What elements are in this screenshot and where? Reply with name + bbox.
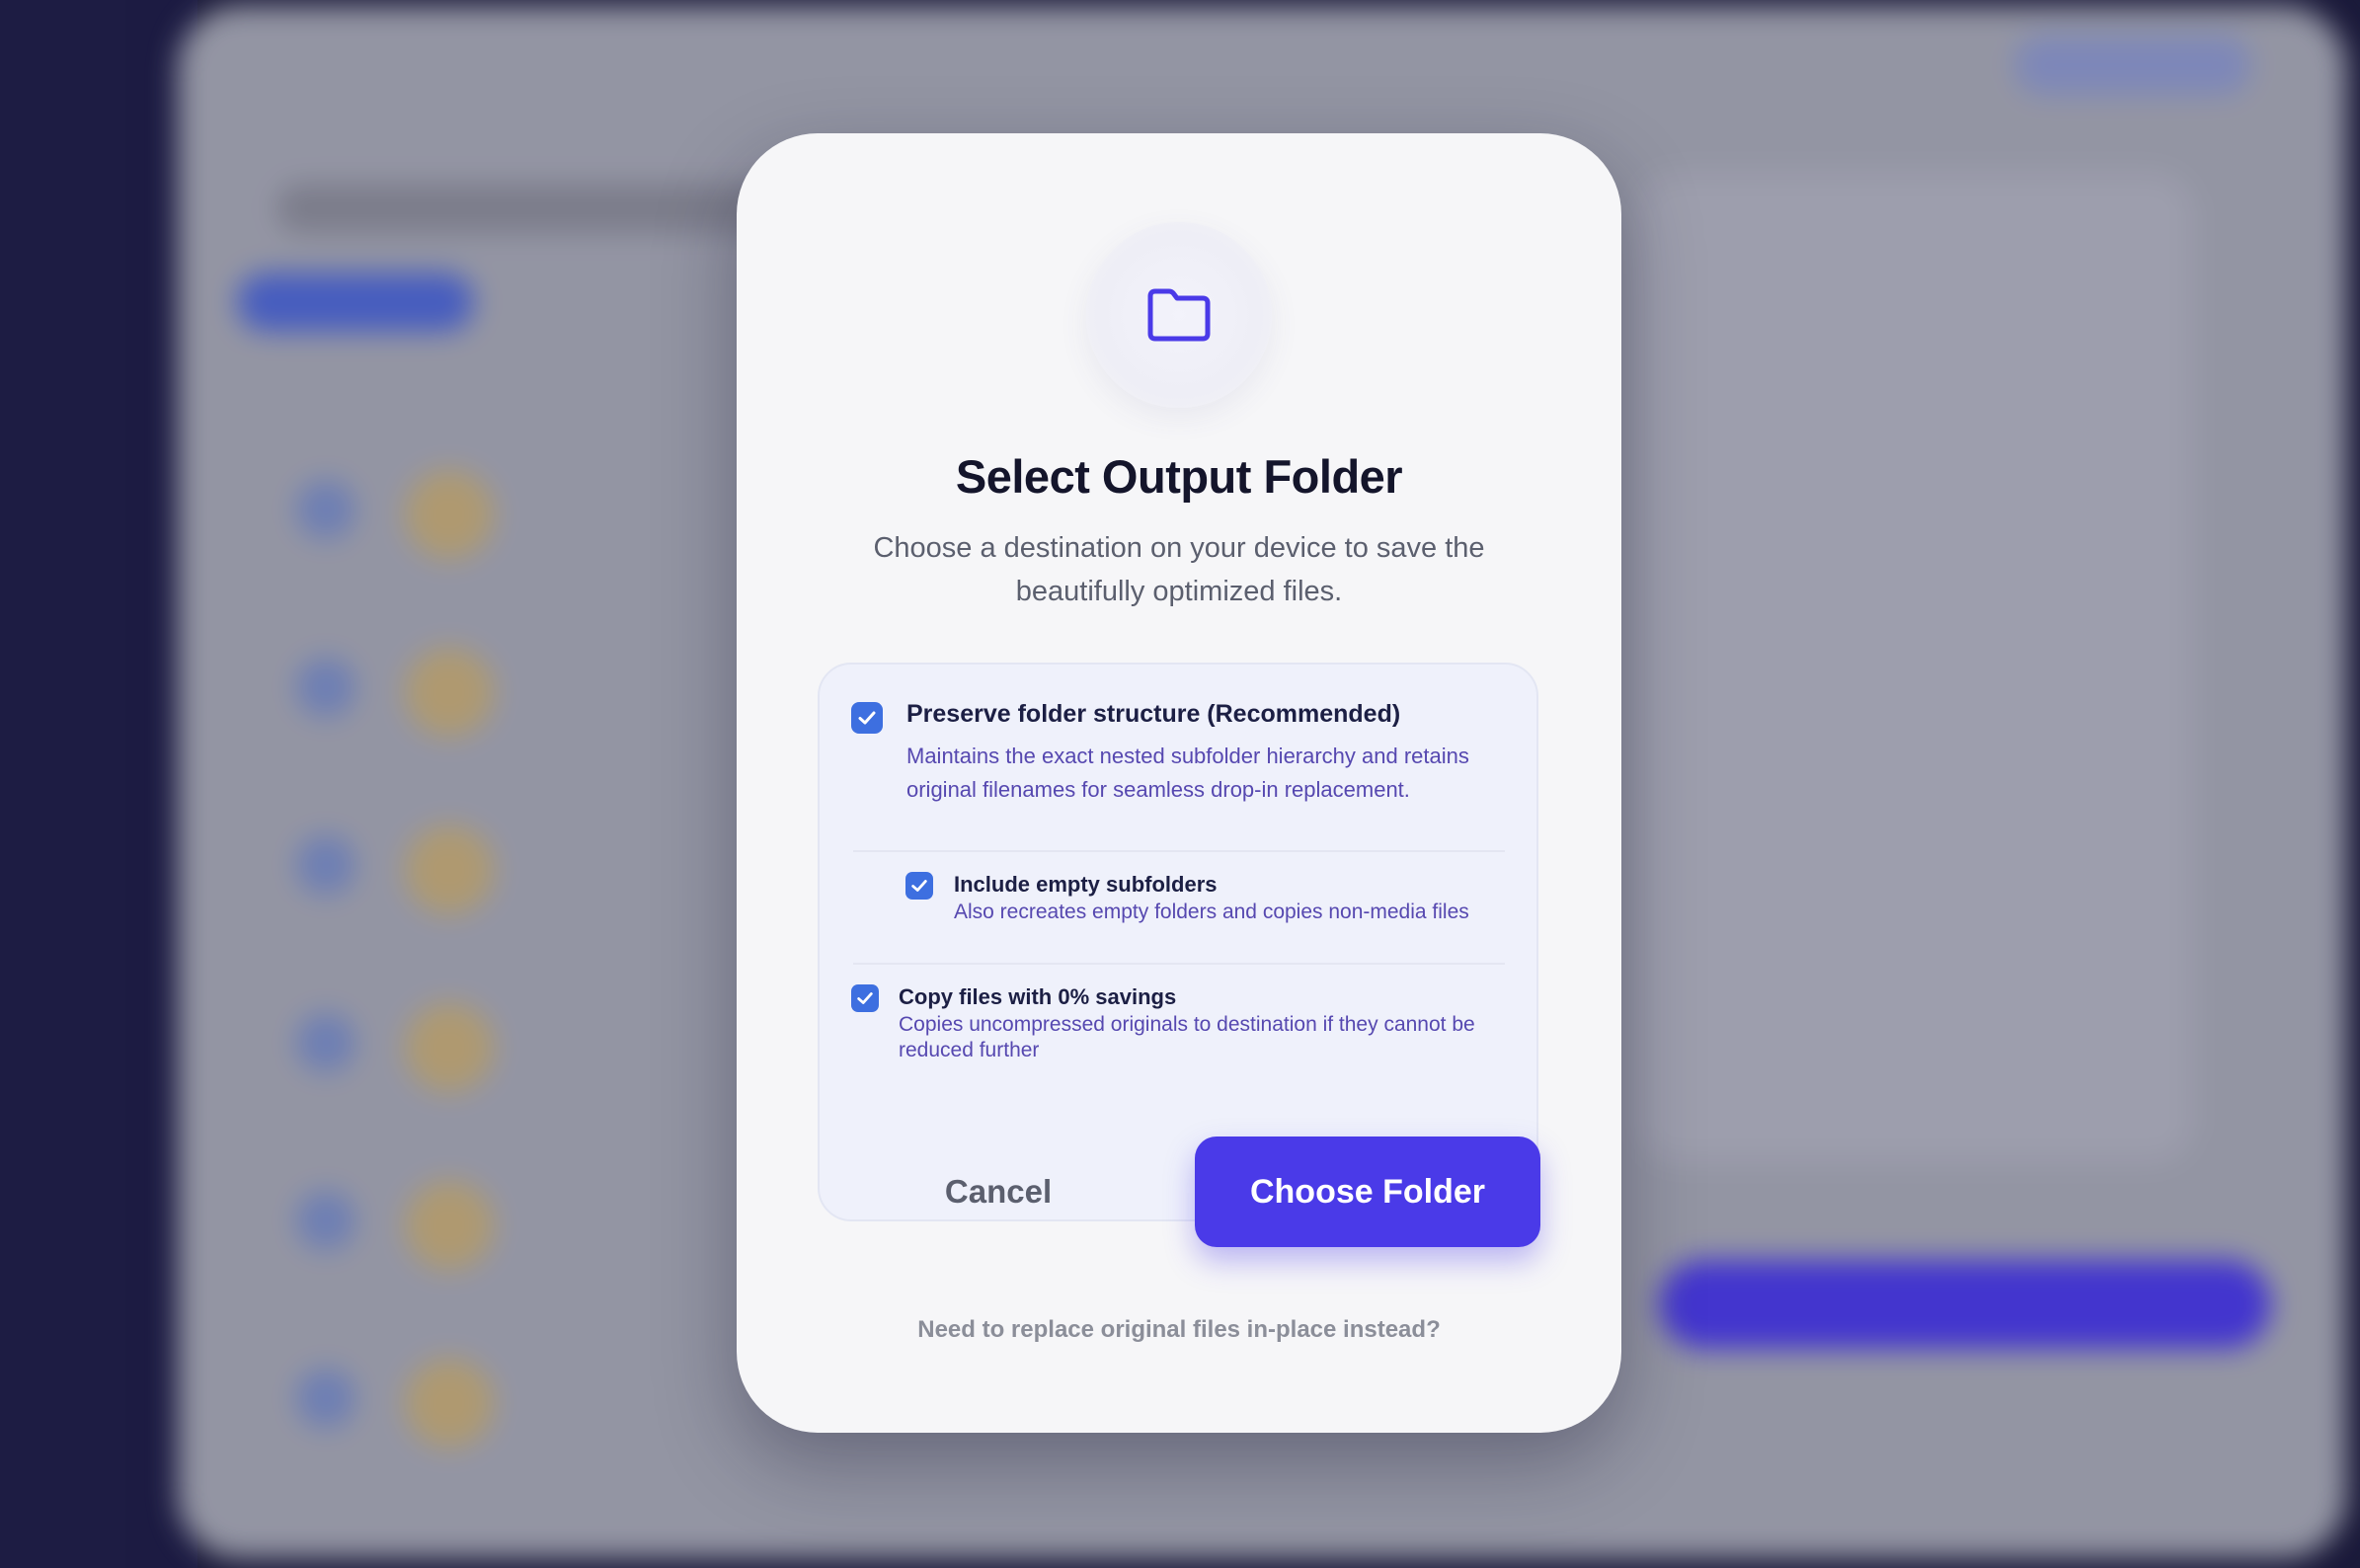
dialog-title: Select Output Folder <box>955 450 1403 503</box>
copy-zero-savings-checkbox[interactable] <box>851 984 879 1012</box>
option-divider <box>853 963 1505 965</box>
preserve-structure-checkbox[interactable] <box>851 702 883 734</box>
select-output-folder-dialog: Select Output Folder Choose a destinatio… <box>737 133 1621 1433</box>
replace-in-place-link[interactable]: Need to replace original files in-place … <box>737 1316 1621 1344</box>
include-empty-subfolders-checkbox[interactable] <box>905 872 933 900</box>
dialog-subtitle: Choose a destination on your device to s… <box>873 532 1485 607</box>
folder-icon-badge <box>1086 222 1272 408</box>
preserve-structure-title[interactable]: Preserve folder structure (Recommended) <box>906 700 1400 729</box>
copy-zero-savings-title[interactable]: Copy files with 0% savings <box>899 984 1176 1010</box>
copy-zero-savings-description: Copies uncompressed originals to destina… <box>899 1013 1475 1061</box>
preserve-structure-description: Maintains the exact nested subfolder hie… <box>906 744 1469 802</box>
checkmark-icon <box>857 992 873 1004</box>
folder-icon <box>1147 288 1211 342</box>
checkmark-icon <box>858 711 876 725</box>
option-divider <box>853 850 1505 852</box>
choose-folder-button[interactable]: Choose Folder <box>1195 1137 1540 1247</box>
include-empty-subfolders-title[interactable]: Include empty subfolders <box>954 872 1218 898</box>
cancel-button[interactable]: Cancel <box>865 1137 1132 1247</box>
include-empty-subfolders-description: Also recreates empty folders and copies … <box>954 901 1469 923</box>
checkmark-icon <box>911 880 927 892</box>
